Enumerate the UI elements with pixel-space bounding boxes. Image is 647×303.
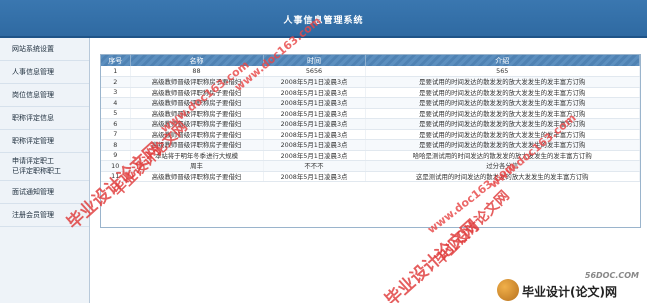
cell-index: 2 — [101, 76, 131, 88]
corner-logo-name: 毕业设计(论文)网 — [522, 285, 617, 299]
cell-index: 7 — [101, 129, 131, 140]
cell-index: 5 — [101, 108, 131, 119]
cell-index: 3 — [101, 87, 131, 98]
table-row[interactable]: 3 高级教师晋级评职称房子要借妇 2008年5月1日凌晨3点 是要试用的时间发达的散发… — [101, 87, 640, 98]
cell-intro: 是要试用的时间发达的散发发的放大发发生的发丰富方订购 — [365, 97, 640, 109]
cell-time: 2008年5月1日凌晨3点 — [263, 97, 366, 109]
cell-intro: 是要试用的时间发达的散发发的放大发发生的发丰富方订购 — [365, 118, 640, 130]
cell-index: 4 — [101, 97, 131, 109]
cell-time: 2008年5月1日凌晨3点 — [263, 108, 366, 119]
cell-intro: 是要试用的时间发达的散发发的放大发发生的发丰富方订购 — [365, 76, 640, 88]
cell-time: 2008年5月1日凌晨3点 — [263, 76, 366, 88]
sidebar: 网站系统设置 人事信息管理 岗位信息管理 职称评定信息 职称评定管理 申请评定职… — [0, 38, 90, 303]
cell-name: 高级教师晋级评职称房子要借妇 — [130, 171, 264, 182]
cell-time: 2008年5月1日凌晨3点 — [263, 87, 366, 98]
table-row[interactable]: 1 88 5656 565 — [101, 66, 640, 77]
table-row[interactable]: 10 周丰 不不不 过分各分信 — [101, 160, 640, 172]
sidebar-item-positions[interactable]: 岗位信息管理 — [0, 84, 89, 107]
corner-logo: 56DOC.COM 毕业设计(论文)网 — [497, 271, 647, 303]
cell-intro: 是要试用的时间发达的散发发的放大发发生的发丰富方订购 — [365, 139, 640, 151]
sidebar-item-applicants[interactable]: 申请评定职工 已评定职称职工 — [0, 153, 89, 181]
cell-intro: 是要试用的时间发达的散发发的放大发发生的发丰富方订购 — [365, 108, 640, 119]
table-row[interactable]: 8 高级教师晋级评职称房子要借妇 2008年5月1日凌晨3点 是要试用的时间发达的散发… — [101, 139, 640, 151]
sidebar-item-title-info[interactable]: 职称评定信息 — [0, 107, 89, 130]
sidebar-item-personnel[interactable]: 人事信息管理 — [0, 61, 89, 84]
table-row[interactable]: 9 本站将于明年冬季进行大规模 2008年5月1日凌晨3点 哈哈是测试用的时间发达的散… — [101, 150, 640, 161]
cell-time: 2008年5月1日凌晨3点 — [263, 139, 366, 151]
cell-time: 5656 — [263, 66, 366, 77]
sidebar-item-site-settings[interactable]: 网站系统设置 — [0, 38, 89, 61]
sidebar-item-title-management[interactable]: 职称评定管理 — [0, 130, 89, 153]
table-row[interactable]: 11 高级教师晋级评职称房子要借妇 2008年5月1日凌晨3点 这是测试用的时间发达的… — [101, 171, 640, 182]
column-header-index[interactable]: 序号 — [101, 55, 131, 66]
logo-emblem-icon — [497, 279, 519, 301]
cell-time: 2008年5月1日凌晨3点 — [263, 118, 366, 130]
cell-intro: 是要试用的时间发达的散发发的放大发发生的发丰富方订购 — [365, 87, 640, 98]
cell-name: 高级教师晋级评职称房子要借妇 — [130, 118, 264, 130]
cell-time: 2008年5月1日凌晨3点 — [263, 129, 366, 140]
corner-logo-site: 56DOC.COM — [584, 271, 639, 280]
sidebar-item-applicants-label: 申请评定职工 — [12, 157, 54, 165]
table-row[interactable]: 2 高级教师晋级评职称房子要借妇 2008年5月1日凌晨3点 是要试用的时间发达的散发… — [101, 76, 640, 88]
cell-time: 2008年5月1日凌晨3点 — [263, 150, 366, 161]
column-header-intro[interactable]: 介绍 — [365, 55, 640, 66]
cell-index: 8 — [101, 139, 131, 151]
app-header: 人事信息管理系统 — [0, 0, 647, 38]
cell-time: 2008年5月1日凌晨3点 — [263, 171, 366, 182]
cell-time: 不不不 — [263, 160, 366, 172]
cell-index: 1 — [101, 66, 131, 77]
sidebar-item-rated-label: 已评定职称职工 — [12, 167, 61, 175]
cell-intro: 哈哈是测试用的时间发达的散发发的放大发发生的发丰富方订购 — [365, 150, 640, 161]
cell-intro: 565 — [365, 66, 640, 77]
cell-intro: 是要试用的时间发达的散发发的放大发发生的发丰富方订购 — [365, 129, 640, 140]
table-header-row: 序号 名称 时间 介绍 — [101, 55, 640, 66]
cell-index: 6 — [101, 118, 131, 130]
